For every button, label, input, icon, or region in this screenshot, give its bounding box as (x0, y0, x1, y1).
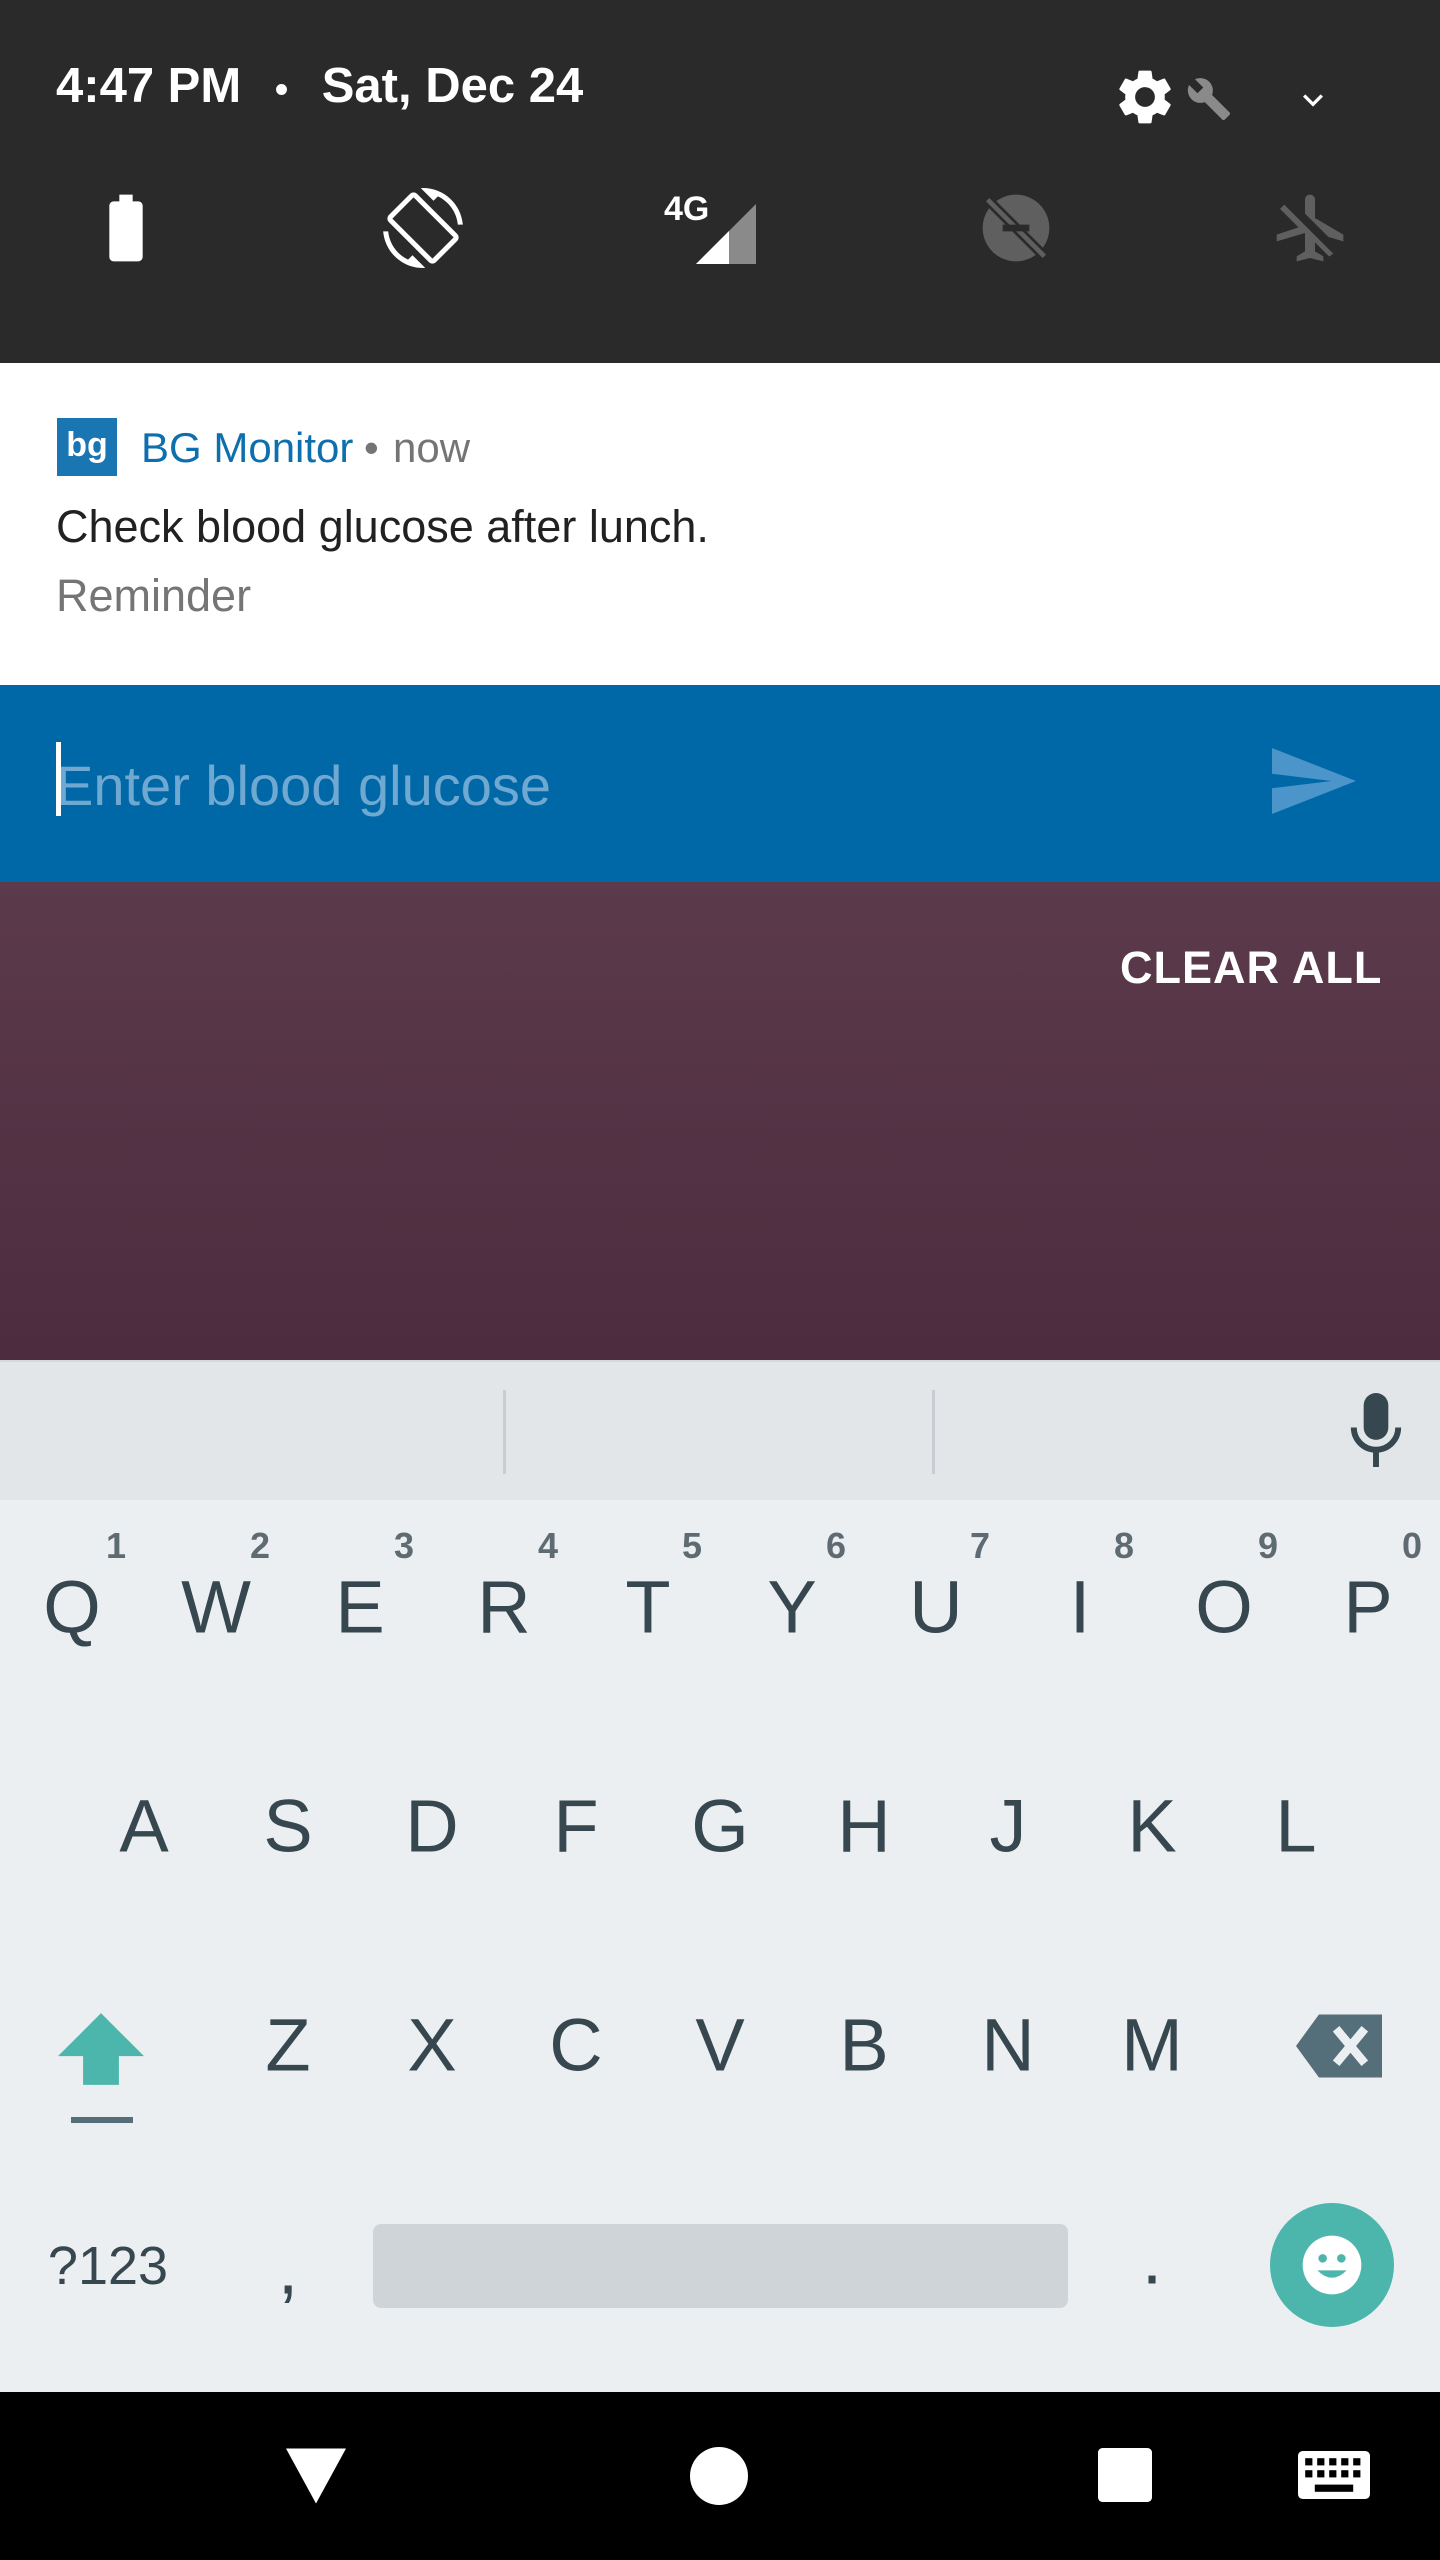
bg-monitor-app-icon: bg (57, 418, 117, 476)
expand-chevron-icon[interactable] (1290, 80, 1336, 120)
status-datetime: 4:47 PM • Sat, Dec 24 (56, 58, 583, 114)
notification-time: now (393, 424, 471, 471)
space-bar[interactable] (373, 2224, 1068, 2308)
key-j[interactable]: J (990, 1784, 1027, 1869)
airplane-mode-off-icon[interactable] (1270, 188, 1350, 268)
quick-settings-panel (0, 0, 1440, 363)
key-hint-8: 8 (1113, 1525, 1135, 1566)
key-c[interactable]: C (549, 2003, 602, 2088)
key-h[interactable]: H (837, 1784, 890, 1869)
suggestion-divider (503, 1390, 506, 1474)
notification-title: Check blood glucose after lunch. (56, 501, 709, 552)
key-hint-2: 2 (249, 1525, 271, 1566)
recents-icon[interactable] (1098, 2448, 1152, 2502)
home-icon[interactable] (690, 2447, 748, 2505)
notification-separator: • (364, 424, 379, 471)
suggestion-strip (0, 1360, 1440, 1500)
key-hint-7: 7 (969, 1525, 991, 1566)
key-v[interactable]: V (695, 2003, 744, 2088)
key-hint-9: 9 (1257, 1525, 1279, 1566)
comma-key[interactable]: , (278, 2226, 299, 2311)
status-time: 4:47 PM (56, 59, 242, 113)
key-x[interactable]: X (407, 2003, 456, 2088)
signal-4g-icon: 4G (660, 186, 760, 270)
key-q[interactable]: Q (43, 1565, 101, 1650)
key-r[interactable]: R (477, 1565, 530, 1650)
key-m[interactable]: M (1121, 2003, 1183, 2088)
backspace-icon[interactable] (1296, 2014, 1382, 2078)
key-o[interactable]: O (1195, 1565, 1253, 1650)
key-z[interactable]: Z (265, 2003, 310, 2088)
key-n[interactable]: N (981, 2003, 1034, 2088)
key-u[interactable]: U (909, 1565, 962, 1650)
key-a[interactable]: A (119, 1784, 168, 1869)
emoji-icon (1302, 2235, 1362, 2295)
status-separator: • (274, 69, 289, 111)
settings-icon[interactable] (1112, 64, 1178, 130)
key-e[interactable]: E (335, 1565, 384, 1650)
blood-glucose-reply-input[interactable] (56, 740, 1206, 830)
key-i[interactable]: I (1070, 1565, 1091, 1650)
key-w[interactable]: W (181, 1565, 251, 1650)
keyboard-switch-icon[interactable] (1298, 2451, 1370, 2499)
microphone-icon[interactable] (1346, 1393, 1406, 1467)
key-hint-3: 3 (393, 1525, 415, 1566)
key-hint-0: 0 (1401, 1525, 1423, 1566)
key-b[interactable]: B (839, 2003, 888, 2088)
period-key[interactable]: . (1142, 2216, 1163, 2301)
text-cursor (56, 742, 61, 816)
key-g[interactable]: G (691, 1784, 749, 1869)
notification-app-name: BG Monitor (141, 424, 354, 471)
key-hint-1: 1 (105, 1525, 127, 1566)
key-l[interactable]: L (1275, 1784, 1316, 1869)
send-icon[interactable] (1272, 748, 1356, 814)
notification-subtitle: Reminder (56, 570, 252, 621)
key-hint-5: 5 (681, 1525, 703, 1566)
back-icon[interactable] (286, 2448, 346, 2504)
wrench-icon (1187, 78, 1231, 121)
symbols-key[interactable]: ?123 (48, 2235, 168, 2297)
shift-indicator (71, 2117, 133, 2123)
key-hint-6: 6 (825, 1525, 847, 1566)
key-k[interactable]: K (1127, 1784, 1176, 1869)
key-s[interactable]: S (263, 1784, 312, 1869)
key-f[interactable]: F (553, 1784, 598, 1869)
emoji-key[interactable] (1270, 2203, 1394, 2327)
suggestion-divider (932, 1390, 935, 1474)
key-y[interactable]: Y (767, 1565, 816, 1650)
data-saver-off-icon[interactable] (976, 188, 1056, 268)
key-t[interactable]: T (625, 1565, 670, 1650)
auto-rotate-icon[interactable] (383, 188, 463, 268)
shift-icon[interactable] (58, 2012, 144, 2086)
key-d[interactable]: D (405, 1784, 458, 1869)
key-p[interactable]: P (1343, 1565, 1392, 1650)
status-date: Sat, Dec 24 (321, 59, 584, 113)
key-hint-4: 4 (537, 1525, 559, 1566)
clear-all-button[interactable]: CLEAR ALL (1120, 942, 1382, 994)
battery-icon[interactable] (86, 188, 166, 268)
